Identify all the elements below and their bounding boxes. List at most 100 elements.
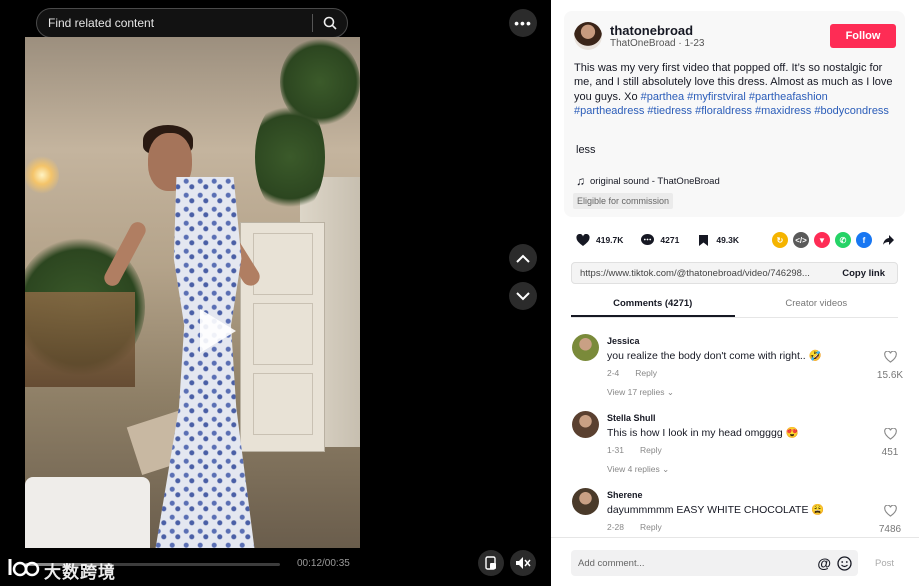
- comment-input-placeholder: Add comment...: [578, 557, 645, 569]
- reply-button[interactable]: Reply: [640, 445, 662, 455]
- show-less-button[interactable]: less: [576, 144, 596, 156]
- hashtag-link[interactable]: #partheafashion: [749, 91, 828, 103]
- commenter-avatar[interactable]: [572, 334, 599, 361]
- save-button[interactable]: 49.3K: [694, 231, 739, 249]
- send-icon[interactable]: ▼: [814, 232, 830, 248]
- comment-like-count: 451: [881, 447, 899, 458]
- comment-item: Jessica you realize the body don't come …: [571, 332, 911, 409]
- comment-date: 2-28: [607, 522, 625, 532]
- commenter-name[interactable]: Sherene: [607, 490, 643, 500]
- description-card: thatonebroad ThatOneBroad · 1-23 Follow …: [564, 11, 905, 217]
- mention-icon[interactable]: @: [817, 555, 831, 571]
- tab-creator-videos[interactable]: Creator videos: [735, 296, 899, 317]
- post-button[interactable]: Post: [875, 558, 894, 569]
- comment-item: Stella Shull This is how I look in my he…: [571, 409, 911, 486]
- view-replies-button[interactable]: View 17 replies ⌄: [607, 387, 674, 398]
- hashtag-link[interactable]: #tiedress: [647, 105, 692, 117]
- share-arrow-icon[interactable]: [882, 234, 895, 246]
- comment-like-count: 7486: [878, 524, 902, 535]
- info-panel: thatonebroad ThatOneBroad · 1-23 Follow …: [551, 0, 919, 586]
- hashtag-link[interactable]: #parthea: [641, 91, 684, 103]
- heart-outline-icon: [883, 350, 897, 363]
- facebook-icon[interactable]: f: [856, 232, 872, 248]
- previous-video-button[interactable]: [509, 244, 537, 272]
- tiktok-video-page: Find related content ••• 00:12/00:35 大数跨…: [0, 0, 919, 586]
- repost-icon[interactable]: ↻: [772, 232, 788, 248]
- comment-tabs: Comments (4271) Creator videos: [571, 296, 898, 318]
- search-input[interactable]: Find related content: [37, 16, 312, 30]
- tab-comments[interactable]: Comments (4271): [571, 296, 735, 317]
- next-video-button[interactable]: [509, 282, 537, 310]
- video-url[interactable]: https://www.tiktok.com/@thatonebroad/vid…: [572, 268, 834, 279]
- follow-button[interactable]: Follow: [830, 24, 896, 48]
- heart-outline-icon: [883, 504, 897, 517]
- video-link-box: https://www.tiktok.com/@thatonebroad/vid…: [571, 262, 898, 284]
- comment-composer: Add comment... @ Post: [551, 537, 919, 586]
- save-count: 49.3K: [716, 235, 740, 245]
- comment-meta: 2-28 Reply: [607, 522, 678, 532]
- video-frame[interactable]: [25, 37, 360, 548]
- engagement-stats: 419.7K 4271 49.3K: [574, 231, 754, 249]
- comment-count: 4271: [660, 235, 680, 245]
- comment-text: This is how I look in my head omgggg 😍: [607, 427, 799, 439]
- sound-link[interactable]: ♫ original sound - ThatOneBroad: [576, 174, 720, 188]
- commenter-avatar[interactable]: [572, 488, 599, 515]
- reply-button[interactable]: Reply: [640, 522, 662, 532]
- heart-icon: [574, 231, 592, 249]
- comment-meta: 2-4 Reply: [607, 368, 673, 378]
- comment-meta: 1-31 Reply: [607, 445, 678, 455]
- author-name[interactable]: thatonebroad: [610, 23, 693, 38]
- more-options-icon[interactable]: •••: [509, 9, 537, 37]
- bookmark-icon: [694, 231, 712, 249]
- comment-input[interactable]: Add comment... @: [571, 550, 858, 576]
- commenter-avatar[interactable]: [572, 411, 599, 438]
- lamp-light: [25, 155, 59, 195]
- mute-button[interactable]: [510, 550, 536, 576]
- hashtag-link[interactable]: #bodycondress: [814, 105, 889, 117]
- play-icon[interactable]: [200, 309, 236, 353]
- comment-like-button[interactable]: 7486: [873, 504, 907, 535]
- picture-in-picture-icon: [485, 556, 496, 570]
- floating-player-button[interactable]: [478, 550, 504, 576]
- plant: [255, 97, 325, 217]
- volume-muted-icon: [516, 557, 531, 569]
- commenter-name[interactable]: Stella Shull: [607, 413, 656, 423]
- comment-text: you realize the body don't come with rig…: [607, 350, 822, 362]
- chevron-up-icon: [516, 254, 530, 263]
- chevron-down-icon: [516, 291, 530, 300]
- shelf: [25, 292, 135, 387]
- like-count: 419.7K: [596, 235, 624, 245]
- hashtag-link[interactable]: #partheadress: [574, 105, 644, 117]
- door: [240, 222, 325, 452]
- like-button[interactable]: 419.7K: [574, 231, 623, 249]
- comment-list: Jessica you realize the body don't come …: [571, 332, 911, 563]
- search-icon[interactable]: [313, 9, 347, 37]
- hashtag-link[interactable]: #maxidress: [755, 105, 811, 117]
- author-avatar[interactable]: [574, 22, 602, 50]
- heart-outline-icon: [883, 427, 897, 440]
- hashtag-link[interactable]: #floraldress: [695, 105, 752, 117]
- commission-badge: Eligible for commission: [573, 193, 674, 209]
- share-icons: ↻ </> ▼ ✆ f: [772, 232, 872, 248]
- comment-like-button[interactable]: 15.6K: [873, 350, 907, 381]
- whatsapp-icon[interactable]: ✆: [835, 232, 851, 248]
- view-replies-button[interactable]: View 4 replies ⌄: [607, 464, 669, 475]
- embed-icon[interactable]: </>: [793, 232, 809, 248]
- comment-text: dayummmmm EASY WHITE CHOCOLATE 😩: [607, 504, 825, 516]
- hashtag-link[interactable]: #myfirstviral: [687, 91, 746, 103]
- reply-button[interactable]: Reply: [635, 368, 657, 378]
- copy-link-button[interactable]: Copy link: [834, 268, 897, 279]
- comment-date: 1-31: [607, 445, 625, 455]
- commenter-name[interactable]: Jessica: [607, 336, 640, 346]
- search-bar[interactable]: Find related content: [36, 8, 348, 38]
- comment-icon: [638, 231, 656, 249]
- emoji-icon[interactable]: [837, 555, 852, 571]
- comment-button[interactable]: 4271: [638, 231, 679, 249]
- video-panel: Find related content ••• 00:12/00:35 大数跨…: [0, 0, 551, 586]
- watermark-text: 大数跨境: [44, 563, 116, 582]
- music-note-icon: ♫: [576, 174, 585, 188]
- author-handle-date: ThatOneBroad · 1-23: [610, 38, 705, 49]
- comment-like-button[interactable]: 451: [873, 427, 907, 458]
- video-time: 00:12/00:35: [297, 558, 350, 569]
- bed: [25, 477, 150, 548]
